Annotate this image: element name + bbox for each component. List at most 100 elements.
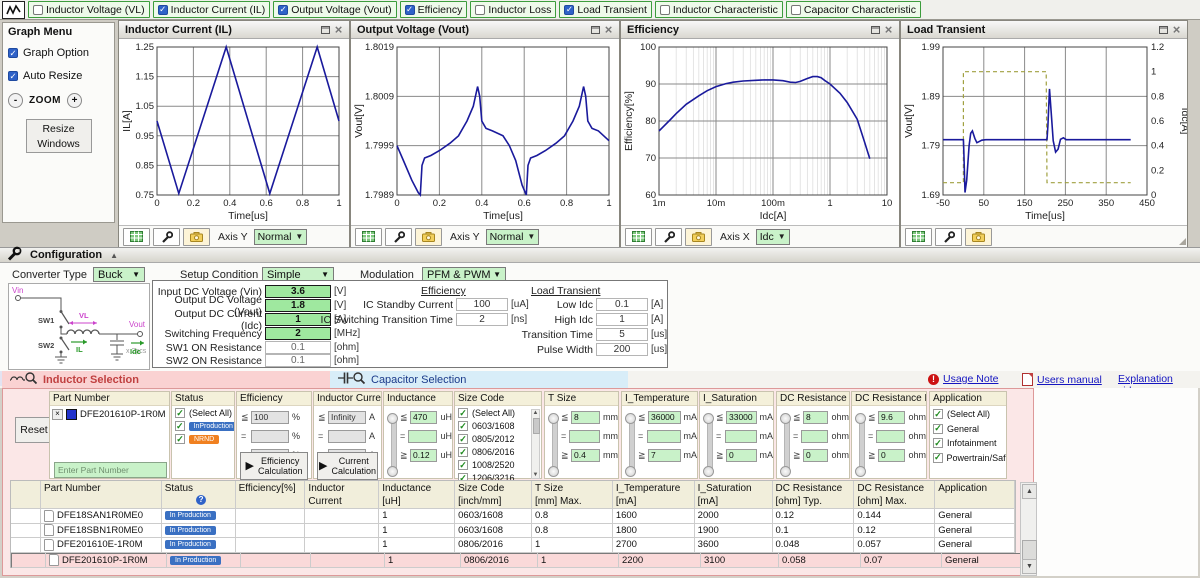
vin-input[interactable]: 3.6 [265,285,331,298]
graph-toggle-load-transient[interactable]: Load Transient [559,1,651,18]
table-header-cell[interactable]: Application [935,481,1015,508]
chart-settings-button[interactable] [655,228,682,246]
filter-value-input[interactable] [251,430,289,443]
snapshot-camera-button[interactable] [183,228,210,246]
graph-toggle-efficiency[interactable]: Efficiency [400,1,468,18]
remove-part-icon[interactable]: × [52,409,63,420]
maximize-icon[interactable] [319,23,332,36]
graph-toggle-output-voltage[interactable]: Output Voltage (Vout) [273,1,396,18]
switching-frequency-input[interactable]: 2 [265,327,331,340]
filter-checkbox-row[interactable]: (Select All) [933,408,1006,421]
export-table-button[interactable] [905,228,932,246]
scroll-down-icon[interactable]: ▼ [1022,559,1037,574]
table-header-cell[interactable]: DC Resistance [ohm] Max. [854,481,935,508]
maximize-icon[interactable] [1157,23,1170,36]
filter-checkbox-row[interactable]: 0603/1608 [458,421,541,433]
checkbox[interactable] [458,408,468,418]
converter-type-select[interactable]: Buck▼ [93,267,145,282]
export-table-button[interactable] [625,228,652,246]
filter-checkbox-row[interactable]: (Select All) [175,408,234,420]
reset-button[interactable]: Reset [15,417,53,443]
filter-value-input[interactable] [408,430,437,443]
filter-value-input[interactable]: 9.6 [878,411,905,424]
chart-settings-button[interactable] [385,228,412,246]
filter-checkbox-row[interactable]: (Select All) [458,408,541,420]
scroll-up-icon[interactable]: ▲ [1022,484,1037,499]
filter-checkbox-row[interactable]: General [933,422,1006,435]
axis-y-select[interactable]: Normal▼ [486,229,540,245]
filter-checkbox-row[interactable]: NRND [175,434,234,446]
export-table-button[interactable] [355,228,382,246]
filter-value-input[interactable]: 33000 [726,411,757,424]
collapse-arrow-icon[interactable]: ▲ [110,251,118,260]
chart-settings-button[interactable] [153,228,180,246]
filter-value-input[interactable] [569,430,600,443]
filter-value-input[interactable]: 0.4 [571,449,600,462]
table-header-cell[interactable]: T Size [mm] Max. [532,481,613,508]
size-code-scrollbar[interactable]: ▲▼ [531,409,540,479]
low-idc-input[interactable]: 0.1 [596,298,648,311]
i-temperature-range-slider[interactable] [625,413,636,477]
close-icon[interactable]: × [882,23,895,36]
transition-time-input[interactable]: 5 [596,328,648,341]
graph-option-checkbox-row[interactable]: Graph Option [8,47,109,59]
checkbox[interactable] [660,5,670,15]
table-header-cell[interactable]: I_Temperature [mA] [613,481,695,508]
dcr-typ-range-slider[interactable] [780,413,791,477]
ic-standby-current-input[interactable]: 100 [456,298,508,311]
sw2-resistance-input[interactable]: 0.1 [265,354,331,367]
filter-value-input[interactable] [801,430,828,443]
graph-toggle-inductor-current[interactable]: Inductor Current (IL) [153,1,271,18]
filter-value-input[interactable] [328,430,366,443]
filter-value-input[interactable] [725,430,757,443]
table-row[interactable]: DFE201610E-1R0MIn Production10806/201612… [11,538,1015,553]
table-header-cell[interactable]: Part Number [41,481,162,508]
close-icon[interactable]: × [1170,23,1183,36]
checkbox[interactable] [158,5,168,15]
window-titlebar[interactable]: Load Transient × [901,21,1187,39]
checkbox[interactable] [175,421,185,431]
sw1-resistance-input[interactable]: 0.1 [265,341,331,354]
filter-checkbox-row[interactable]: 0805/2012 [458,434,541,446]
checkbox[interactable] [33,5,43,15]
table-header-cell[interactable]: Efficiency[%] [236,481,306,508]
filter-value-input[interactable]: 0.12 [410,449,437,462]
checkbox[interactable] [8,48,18,58]
configuration-header[interactable]: Configuration ▲ [0,247,1200,263]
export-table-button[interactable] [123,228,150,246]
users-manual-link[interactable]: Users manual [1037,374,1102,386]
table-scrollbar[interactable]: ▲ ▼ [1020,482,1037,576]
table-header-cell[interactable]: Inductor Current (IL) [A] [305,481,379,508]
filter-checkbox-row[interactable]: 0806/2016 [458,447,541,459]
snapshot-camera-button[interactable] [965,228,992,246]
tab-capacitor-selection[interactable]: Capacitor Selection [330,371,628,388]
inductance-range-slider[interactable] [387,413,398,477]
checkbox[interactable] [933,409,943,419]
checkbox[interactable] [458,460,468,470]
filter-checkbox-row[interactable]: InProduction [175,421,234,433]
filter-checkbox-row[interactable]: 1008/2520 [458,460,541,472]
table-header-cell[interactable] [11,481,41,508]
checkbox[interactable] [278,5,288,15]
checkbox[interactable] [8,71,18,81]
filter-value-input[interactable] [876,430,905,443]
filter-value-input[interactable]: 7 [648,449,681,462]
efficiency-calculation-button[interactable]: ▶Efficiency Calculation [240,452,308,480]
ic-switching-transition-input[interactable]: 2 [456,313,508,326]
filter-value-input[interactable]: 8 [803,411,828,424]
table-row[interactable]: DFE201610P-1R0MIn Production10806/201612… [11,553,1027,568]
window-titlebar[interactable]: Efficiency × [621,21,899,39]
checkbox[interactable] [933,453,943,463]
window-titlebar[interactable]: Inductor Current (IL) × [119,21,349,39]
dcr-max-range-slider[interactable] [855,413,866,477]
table-header-cell[interactable]: DC Resistance [ohm] Typ. [773,481,855,508]
filter-value-input[interactable]: 100 [251,411,289,424]
maximize-icon[interactable] [869,23,882,36]
i-saturation-range-slider[interactable] [703,413,714,477]
graph-toggle-inductor-loss[interactable]: Inductor Loss [470,1,556,18]
filter-value-input[interactable]: 470 [410,411,437,424]
t-size-range-slider[interactable] [548,413,559,477]
high-idc-input[interactable]: 1 [596,313,648,326]
filter-value-input[interactable]: Infinity [328,411,366,424]
checkbox[interactable] [458,421,468,431]
